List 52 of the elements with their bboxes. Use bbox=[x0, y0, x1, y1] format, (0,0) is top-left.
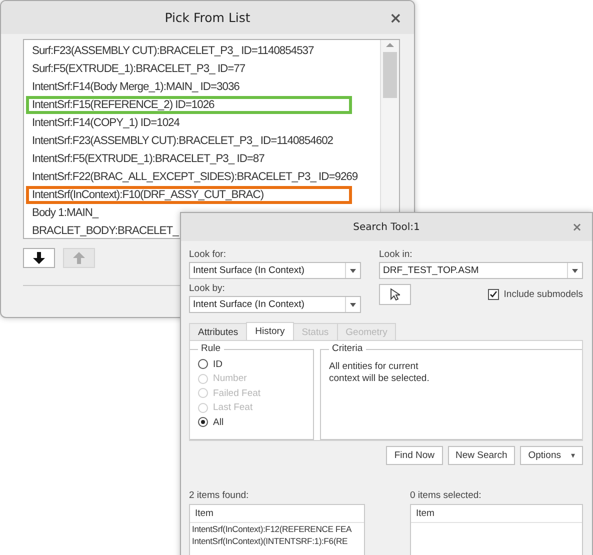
dropdown-arrow-icon bbox=[350, 268, 356, 272]
include-submodels-checkbox[interactable] bbox=[488, 289, 499, 300]
window-title: Pick From List bbox=[164, 10, 250, 25]
list-item[interactable]: IntentSrf:F23(ASSEMBLY CUT):BRACELET_P3_ ID=1140854602 bbox=[26, 132, 340, 150]
tab[interactable]: Attributes bbox=[189, 323, 248, 340]
look-in-dropdown[interactable]: DRF_TEST_TOP.ASM bbox=[379, 262, 583, 279]
group-title: Rule bbox=[198, 343, 224, 354]
results-count: 2 items found: bbox=[189, 490, 250, 501]
radio-option[interactable]: ID bbox=[198, 357, 305, 372]
list-item[interactable]: IntentSrf:F22(BRAC_ALL_EXCEPT_SIDES):BRACELET_P3_ ID=9269 bbox=[26, 168, 364, 186]
list-item[interactable]: IntentSrf:F15(REFERENCE_2) ID=1026 bbox=[26, 96, 352, 114]
scroll-up-icon[interactable] bbox=[386, 40, 394, 50]
list-item[interactable]: Body 1:MAIN_ bbox=[26, 204, 104, 222]
column-header: Item bbox=[190, 505, 364, 523]
list-item[interactable]: IntentSrf(InContext):F10(DRF_ASSY_CUT_BRAC) bbox=[26, 186, 352, 204]
column-header: Item bbox=[411, 505, 582, 523]
list-item[interactable]: Surf:F23(ASSEMBLY CUT):BRACELET_P3_ ID=1140854537 bbox=[26, 42, 320, 60]
action-button[interactable]: New Search bbox=[448, 446, 516, 465]
close-icon[interactable]: × bbox=[389, 8, 402, 26]
result-row[interactable]: IntentSrf(InContext)(INTENTSRF:1):F6(RE bbox=[190, 535, 364, 547]
action-button[interactable]: Find Now bbox=[386, 446, 442, 465]
look-by-dropdown[interactable]: Intent Surface (In Context) bbox=[189, 296, 361, 313]
checkbox-label: Include submodels bbox=[504, 289, 583, 300]
checkmark-icon bbox=[490, 291, 497, 298]
list-item[interactable]: Surf:F5(EXTRUDE_1):BRACELET_P3_ ID=77 bbox=[26, 60, 252, 78]
radio-button[interactable] bbox=[198, 417, 208, 428]
list-item[interactable]: IntentSrf:F14(Body Merge_1):MAIN_ ID=3036 bbox=[26, 78, 246, 96]
list-item[interactable]: IntentSrf:F14(COPY_1) ID=1024 bbox=[26, 114, 186, 132]
list-item[interactable]: BRACLET_BODY:BRACELET_ bbox=[26, 222, 184, 240]
dropdown-arrow-icon bbox=[350, 302, 356, 306]
options-button[interactable]: Options ▾ bbox=[520, 446, 583, 465]
radio-button[interactable] bbox=[198, 359, 208, 370]
criteria-text: All entities for current context will be selected. bbox=[329, 361, 430, 385]
scrollbar-thumb[interactable] bbox=[383, 52, 397, 98]
move-down-button[interactable] bbox=[23, 248, 55, 268]
field-label: Look by: bbox=[189, 283, 226, 294]
up-arrow-icon bbox=[73, 252, 85, 264]
window-title: Search Tool:1 bbox=[353, 222, 420, 232]
down-arrow-icon bbox=[33, 252, 45, 264]
look-for-dropdown[interactable]: Intent Surface (In Context) bbox=[189, 262, 361, 279]
cursor-icon bbox=[390, 288, 400, 301]
list-item[interactable]: IntentSrf:F5(EXTRUDE_1):BRACELET_P3_ ID=87 bbox=[26, 150, 270, 168]
field-label: Look in: bbox=[379, 249, 414, 260]
group-title: Criteria bbox=[329, 343, 366, 354]
result-row[interactable]: IntentSrf(InContext):F12(REFERENCE FEA bbox=[190, 523, 364, 535]
radio-option[interactable]: All bbox=[198, 415, 305, 430]
results-count: 0 items selected: bbox=[410, 490, 482, 501]
field-label: Look for: bbox=[189, 249, 227, 260]
close-icon[interactable]: × bbox=[572, 220, 582, 234]
select-pointer-button[interactable] bbox=[379, 284, 411, 305]
tab[interactable]: History bbox=[246, 322, 294, 340]
dropdown-arrow-icon bbox=[572, 268, 578, 272]
